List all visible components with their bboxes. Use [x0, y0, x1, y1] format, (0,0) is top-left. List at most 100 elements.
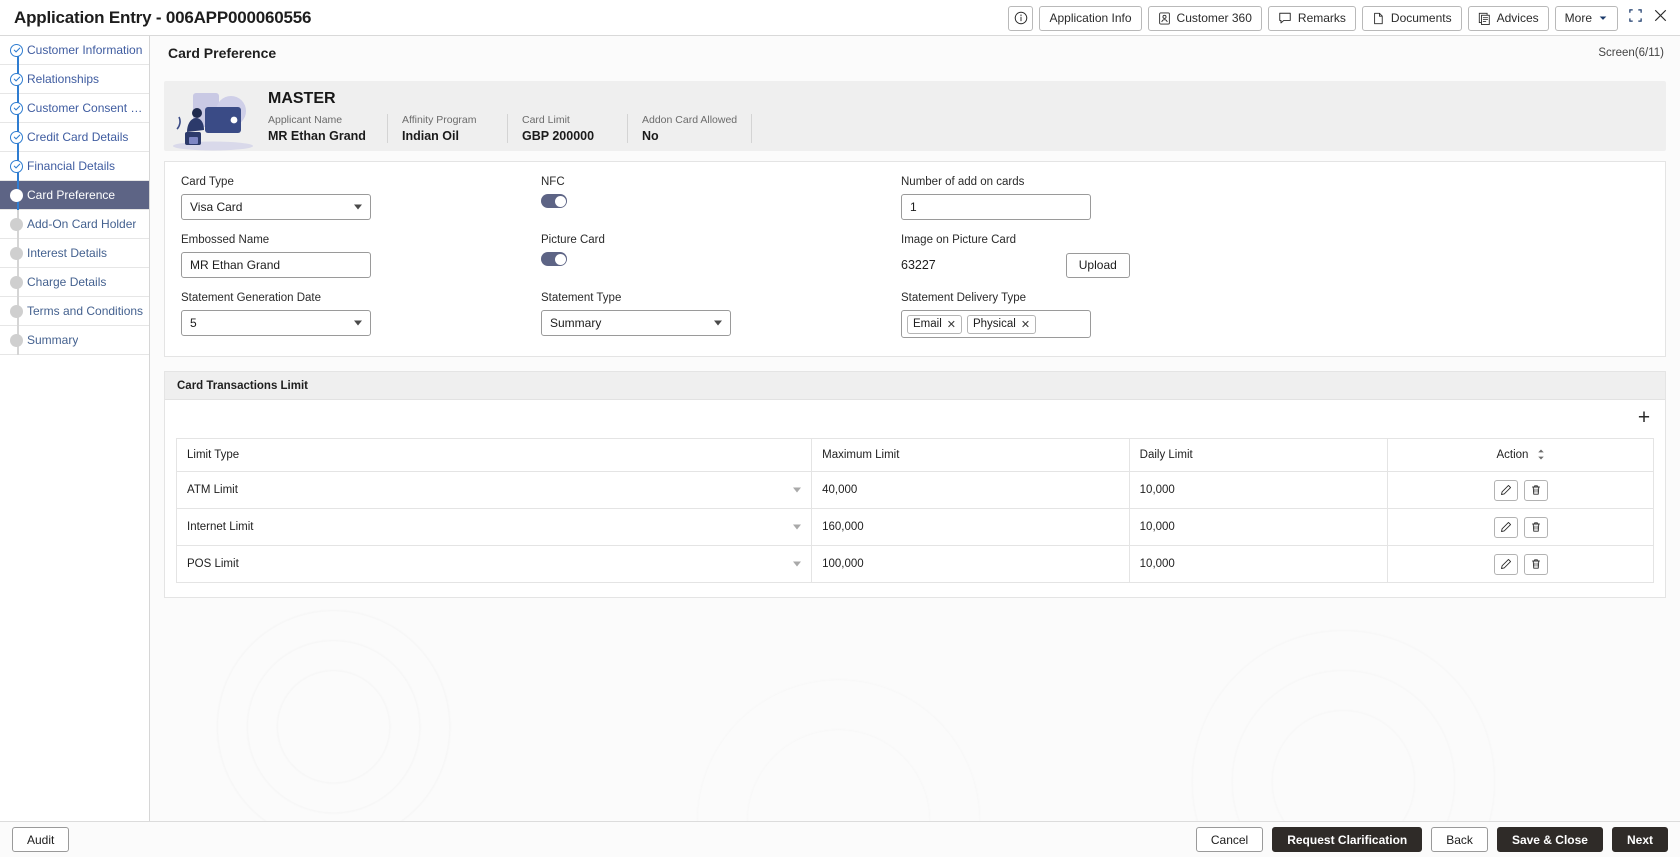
sort-icon	[1537, 449, 1545, 461]
delete-row-button[interactable]	[1523, 479, 1548, 501]
sidebar-item-label: Relationships	[27, 72, 100, 86]
column-limit-type[interactable]: Limit Type	[175, 438, 813, 472]
sidebar-item-customer-consent-and[interactable]: Customer Consent and ...	[0, 94, 149, 123]
sidebar-item-charge-details[interactable]: Charge Details	[0, 268, 149, 297]
master-field-applicant-name: Applicant Name MR Ethan Grand	[268, 113, 388, 143]
sidebar-item-interest-details[interactable]: Interest Details	[0, 239, 149, 268]
wallet-illustration-icon	[164, 81, 260, 151]
close-icon[interactable]	[1653, 8, 1668, 28]
sidebar-item-label: Interest Details	[27, 246, 108, 260]
customer-360-button[interactable]: Customer 360	[1147, 5, 1262, 31]
column-daily-limit[interactable]: Daily Limit	[1128, 438, 1389, 472]
sidebar-item-customer-information[interactable]: Customer Information	[0, 36, 149, 65]
row-action-buttons	[1398, 516, 1643, 538]
field-statement-delivery-type: Statement Delivery Type Email ✕ Physical ✕	[901, 292, 1649, 338]
table-body: ATM Limit 40,000 10,000 Internet Limit 160,0…	[175, 471, 1654, 583]
statement-type-label: Statement Type	[541, 292, 622, 304]
table-row: Internet Limit 160,000 10,000	[175, 508, 1654, 546]
nfc-toggle[interactable]	[541, 194, 567, 208]
delivery-chip-physical[interactable]: Physical ✕	[966, 314, 1037, 334]
picture-card-toggle[interactable]	[541, 252, 567, 266]
image-on-picture-card-label: Image on Picture Card	[901, 234, 1017, 246]
image-on-picture-card-value: 63227	[901, 258, 936, 272]
cell-limit-type[interactable]: ATM Limit	[175, 471, 813, 509]
toggle-knob	[554, 195, 566, 207]
limit-type-select[interactable]: Internet Limit	[187, 509, 802, 545]
limit-type-select[interactable]: ATM Limit	[187, 472, 802, 508]
sidebar-item-label: Credit Card Details	[27, 130, 129, 144]
delivery-chip-email[interactable]: Email ✕	[907, 314, 962, 334]
limit-type-select[interactable]: POS Limit	[187, 546, 802, 582]
sidebar-item-label: Add-On Card Holder	[27, 217, 137, 231]
sidebar-item-label: Customer Consent and ...	[27, 101, 149, 115]
card-type-value: Visa Card	[190, 200, 243, 214]
statement-type-value: Summary	[550, 316, 602, 330]
step-pending-icon	[10, 217, 23, 231]
request-clarification-button[interactable]: Request Clarification	[1272, 827, 1423, 852]
number-of-addon-cards-input[interactable]: 1	[901, 194, 1091, 220]
field-picture-card: Picture Card	[541, 234, 901, 278]
edit-row-button[interactable]	[1493, 479, 1518, 501]
step-pending-icon	[10, 246, 23, 260]
delete-row-button[interactable]	[1523, 516, 1548, 538]
chip-remove-icon[interactable]: ✕	[1021, 318, 1030, 331]
sidebar-item-terms-and-conditions[interactable]: Terms and Conditions	[0, 297, 149, 326]
column-maximum-limit[interactable]: Maximum Limit	[811, 438, 1130, 472]
remarks-label: Remarks	[1297, 11, 1346, 25]
step-complete-icon	[10, 43, 23, 57]
cell-limit-type[interactable]: Internet Limit	[175, 508, 813, 546]
card-transactions-limit-title: Card Transactions Limit	[177, 379, 309, 392]
sidebar-item-relationships[interactable]: Relationships	[0, 65, 149, 94]
embossed-name-input[interactable]: MR Ethan Grand	[181, 252, 371, 278]
cell-maximum-limit: 40,000	[811, 471, 1130, 509]
cell-limit-type[interactable]: POS Limit	[175, 545, 813, 583]
minimize-restore-icon[interactable]	[1628, 8, 1643, 28]
remarks-button[interactable]: Remarks	[1267, 5, 1356, 31]
cancel-button[interactable]: Cancel	[1195, 827, 1264, 852]
edit-row-button[interactable]	[1493, 553, 1518, 575]
sidebar-item-credit-card-details[interactable]: Credit Card Details	[0, 123, 149, 152]
statement-delivery-type-chipbox[interactable]: Email ✕ Physical ✕	[901, 310, 1091, 338]
master-field-value: No	[642, 128, 659, 143]
step-pending-icon	[10, 333, 23, 347]
embossed-name-value: MR Ethan Grand	[190, 258, 281, 272]
sidebar-item-add-on-card-holder[interactable]: Add-On Card Holder	[0, 210, 149, 239]
sidebar-item-summary[interactable]: Summary	[0, 326, 149, 355]
documents-button[interactable]: Documents	[1361, 5, 1462, 31]
card-type-select[interactable]: Visa Card	[181, 194, 371, 220]
field-card-type: Card Type Visa Card	[181, 176, 541, 220]
next-button[interactable]: Next	[1611, 827, 1668, 852]
master-field-label: Affinity Program	[402, 113, 477, 126]
sidebar-item-financial-details[interactable]: Financial Details	[0, 152, 149, 181]
column-action[interactable]: Action	[1387, 438, 1654, 472]
chevron-down-icon	[1598, 13, 1608, 23]
sidebar-item-card-preference[interactable]: Card Preference	[0, 181, 149, 210]
statement-type-select[interactable]: Summary	[541, 310, 731, 336]
sidebar-items-host: Customer Information Relationships Custome…	[0, 36, 149, 355]
sidebar-item-label: Customer Information	[27, 43, 143, 57]
edit-row-button[interactable]	[1493, 516, 1518, 538]
image-upload-row: 63227 Upload	[901, 252, 1649, 278]
chip-label: Email	[913, 318, 942, 330]
table-row: ATM Limit 40,000 10,000	[175, 471, 1654, 509]
delete-row-button[interactable]	[1523, 553, 1548, 575]
master-summary-card: MASTER Applicant Name MR Ethan Grand Affin…	[164, 81, 1666, 151]
card-transactions-limit-table: Limit Type Maximum Limit Daily Limit Act…	[175, 438, 1654, 583]
master-field-addon-card-allowed: Addon Card Allowed No	[628, 113, 753, 143]
audit-button[interactable]: Audit	[12, 827, 70, 852]
add-row-button[interactable]: +	[1633, 406, 1655, 428]
more-button[interactable]: More	[1554, 5, 1618, 31]
advices-button[interactable]: Advices	[1467, 5, 1549, 31]
upload-button[interactable]: Upload	[1065, 252, 1130, 278]
application-info-button[interactable]: Application Info	[1039, 5, 1142, 31]
master-field-card-limit: Card Limit GBP 200000	[508, 113, 628, 143]
limit-type-value: Internet Limit	[187, 521, 254, 533]
chip-remove-icon[interactable]: ✕	[947, 318, 956, 331]
save-and-close-button[interactable]: Save & Close	[1496, 827, 1603, 852]
back-button[interactable]: Back	[1431, 827, 1488, 852]
statement-generation-date-select[interactable]: 5	[181, 310, 371, 336]
nfc-label: NFC	[541, 176, 565, 188]
info-button[interactable]	[1008, 5, 1034, 31]
chevron-down-icon	[354, 204, 362, 210]
statement-delivery-type-label: Statement Delivery Type	[901, 292, 1027, 304]
